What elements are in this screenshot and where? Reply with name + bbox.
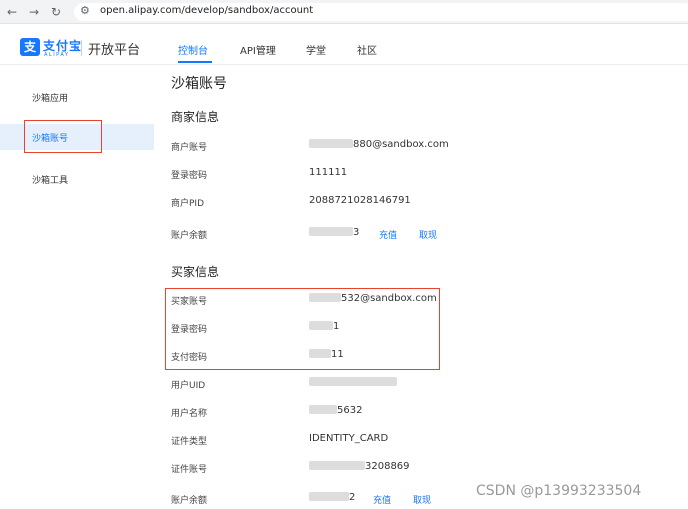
buyer-recharge-link[interactable]: 充值 xyxy=(373,493,391,506)
buyer-withdraw-link[interactable]: 取现 xyxy=(413,493,431,506)
value-text: 3 xyxy=(353,227,360,238)
masked-text xyxy=(309,227,353,236)
value-text: 3208869 xyxy=(365,461,410,472)
logo-subtext: ALIPAY xyxy=(44,52,70,58)
buyer-uid-label: 用户UID xyxy=(171,381,206,391)
value-text: 880@sandbox.com xyxy=(353,139,449,150)
buyer-id-type-value[interactable]: IDENTITY_CARD xyxy=(309,433,388,444)
buyer-name-label: 用户名称 xyxy=(171,409,208,419)
sidebar-item-sandbox-tools[interactable]: 沙箱工具 xyxy=(0,166,154,192)
forward-arrow-icon[interactable]: → xyxy=(26,4,42,20)
merchant-balance-value[interactable]: 3 xyxy=(309,227,359,238)
sidebar-item-label: 沙箱工具 xyxy=(32,176,69,186)
merchant-pid-label: 商户PID xyxy=(171,199,205,209)
active-tab-indicator xyxy=(178,61,212,63)
logo-divider xyxy=(81,40,82,56)
url-text[interactable]: open.alipay.com/develop/sandbox/account xyxy=(100,5,313,16)
masked-text xyxy=(309,139,353,148)
top-header: 支 支付宝 ALIPAY 开放平台 控制台 API管理 学堂 社区 xyxy=(0,25,688,65)
merchant-withdraw-link[interactable]: 取现 xyxy=(419,228,437,241)
merchant-recharge-link[interactable]: 充值 xyxy=(379,228,397,241)
merchant-balance-label: 账户余额 xyxy=(171,231,208,241)
tab-academy[interactable]: 学堂 xyxy=(306,42,326,57)
masked-text xyxy=(309,492,349,501)
platform-title[interactable]: 开放平台 xyxy=(88,39,140,58)
merchant-pid-value[interactable]: 2088721028146791 xyxy=(309,195,411,206)
merchant-account-value[interactable]: 880@sandbox.com xyxy=(309,139,449,150)
buyer-section-title: 买家信息 xyxy=(171,265,220,279)
masked-text xyxy=(309,461,365,470)
sidebar-item-label: 沙箱应用 xyxy=(32,94,69,104)
masked-text xyxy=(309,377,397,386)
annotation-box-sidebar xyxy=(24,120,102,153)
tab-api-management[interactable]: API管理 xyxy=(240,42,276,57)
buyer-uid-value[interactable] xyxy=(309,377,397,388)
address-bar[interactable]: ⚙ open.alipay.com/develop/sandbox/accoun… xyxy=(74,3,688,21)
annotation-box-buyer xyxy=(165,288,440,370)
tab-console[interactable]: 控制台 xyxy=(178,42,208,57)
buyer-id-type-label: 证件类型 xyxy=(171,437,208,447)
merchant-password-value[interactable]: 111111 xyxy=(309,167,347,178)
buyer-name-value[interactable]: 5632 xyxy=(309,405,362,416)
merchant-account-label: 商户账号 xyxy=(171,143,208,153)
sidebar-item-sandbox-apps[interactable]: 沙箱应用 xyxy=(0,84,154,110)
value-text: 5632 xyxy=(337,405,363,416)
reload-icon[interactable]: ↻ xyxy=(48,4,64,20)
buyer-balance-label: 账户余额 xyxy=(171,496,208,506)
page-title: 沙箱账号 xyxy=(171,76,227,92)
masked-text xyxy=(309,405,337,414)
site-settings-icon[interactable]: ⚙ xyxy=(80,4,90,17)
alipay-logo-icon[interactable]: 支 xyxy=(20,38,40,56)
buyer-id-number-value[interactable]: 3208869 xyxy=(309,461,410,472)
buyer-balance-value[interactable]: 2 xyxy=(309,492,355,503)
back-arrow-icon[interactable]: ← xyxy=(4,4,20,20)
browser-toolbar: ← → ↻ ⚙ open.alipay.com/develop/sandbox/… xyxy=(0,0,688,24)
merchant-section-title: 商家信息 xyxy=(171,110,220,124)
tab-community[interactable]: 社区 xyxy=(357,42,377,57)
value-text: 2 xyxy=(349,492,356,503)
buyer-id-number-label: 证件账号 xyxy=(171,465,208,475)
watermark: CSDN @p13993233504 xyxy=(476,483,642,499)
merchant-password-label: 登录密码 xyxy=(171,171,208,181)
